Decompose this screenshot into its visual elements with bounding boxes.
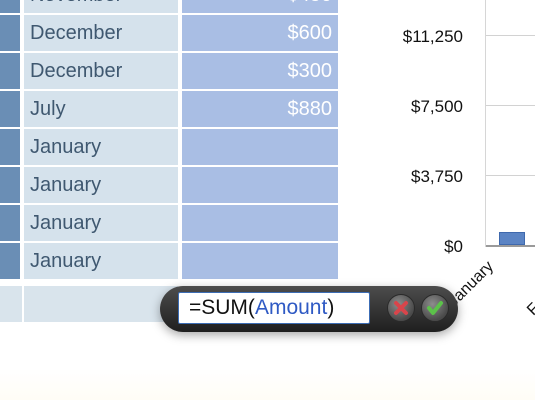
y-axis-line <box>485 0 486 247</box>
row-header-cell[interactable] <box>0 53 22 89</box>
month-cell[interactable]: January <box>24 167 180 203</box>
table-row[interactable]: July $880 <box>0 91 340 129</box>
cancel-x-icon <box>394 301 408 315</box>
table-row[interactable]: January <box>0 205 340 243</box>
bar-chart[interactable]: $11,250 $7,500 $3,750 $0 January F <box>360 0 535 400</box>
row-header-cell[interactable] <box>0 205 22 241</box>
amount-cell[interactable]: $880 <box>182 91 338 127</box>
table-row[interactable]: January <box>0 167 340 205</box>
table-row[interactable]: January <box>0 243 340 281</box>
row-header-cell[interactable] <box>0 167 22 203</box>
amount-cell[interactable] <box>182 129 338 165</box>
month-cell[interactable]: January <box>24 129 180 165</box>
row-header-cell[interactable] <box>0 243 22 279</box>
table-row[interactable]: December $600 <box>0 15 340 53</box>
month-cell[interactable]: November <box>24 0 180 13</box>
accept-formula-button[interactable] <box>421 294 449 322</box>
grid-line <box>486 175 535 176</box>
formula-reference-token[interactable]: Amount <box>255 296 327 319</box>
formula-input[interactable]: =SUM(Amount) <box>178 292 370 324</box>
y-tick-label: $0 <box>444 237 463 256</box>
cancel-formula-button[interactable] <box>387 294 415 322</box>
amount-cell[interactable] <box>182 205 338 241</box>
month-cell[interactable]: December <box>24 53 180 89</box>
month-cell[interactable]: July <box>24 91 180 127</box>
amount-cell[interactable] <box>182 243 338 279</box>
table-row[interactable]: December $300 <box>0 53 340 91</box>
y-tick-label: $11,250 <box>402 27 463 46</box>
amount-cell[interactable]: $600 <box>182 15 338 51</box>
amount-cell[interactable]: $450 <box>182 0 338 13</box>
table-row[interactable]: November $450 <box>0 0 340 15</box>
formula-prefix: =SUM( <box>189 296 255 319</box>
formula-suffix: ) <box>327 296 335 319</box>
month-cell[interactable]: January <box>24 243 180 279</box>
spreadsheet-table: November $450 December $600 December $30… <box>0 0 340 281</box>
month-cell[interactable]: December <box>24 15 180 51</box>
footer-row-header-cell[interactable] <box>0 286 24 322</box>
bar-january[interactable] <box>499 231 525 245</box>
footer-month-cell[interactable] <box>24 286 180 322</box>
row-header-cell[interactable] <box>0 129 22 165</box>
grid-line <box>486 105 535 106</box>
row-header-cell[interactable] <box>0 0 22 13</box>
amount-cell[interactable] <box>182 167 338 203</box>
x-tick-label: F <box>524 300 535 319</box>
row-header-cell[interactable] <box>0 91 22 127</box>
checkmark-icon <box>427 301 443 315</box>
app-window: November $450 December $600 December $30… <box>0 0 535 400</box>
y-tick-label: $3,750 <box>411 167 463 186</box>
month-cell[interactable]: January <box>24 205 180 241</box>
amount-cell[interactable]: $300 <box>182 53 338 89</box>
formula-editor[interactable]: =SUM(Amount) <box>160 286 458 332</box>
x-axis-line <box>486 245 535 247</box>
table-row[interactable]: January <box>0 129 340 167</box>
grid-line <box>486 35 535 36</box>
row-header-cell[interactable] <box>0 15 22 51</box>
y-tick-label: $7,500 <box>411 97 463 116</box>
